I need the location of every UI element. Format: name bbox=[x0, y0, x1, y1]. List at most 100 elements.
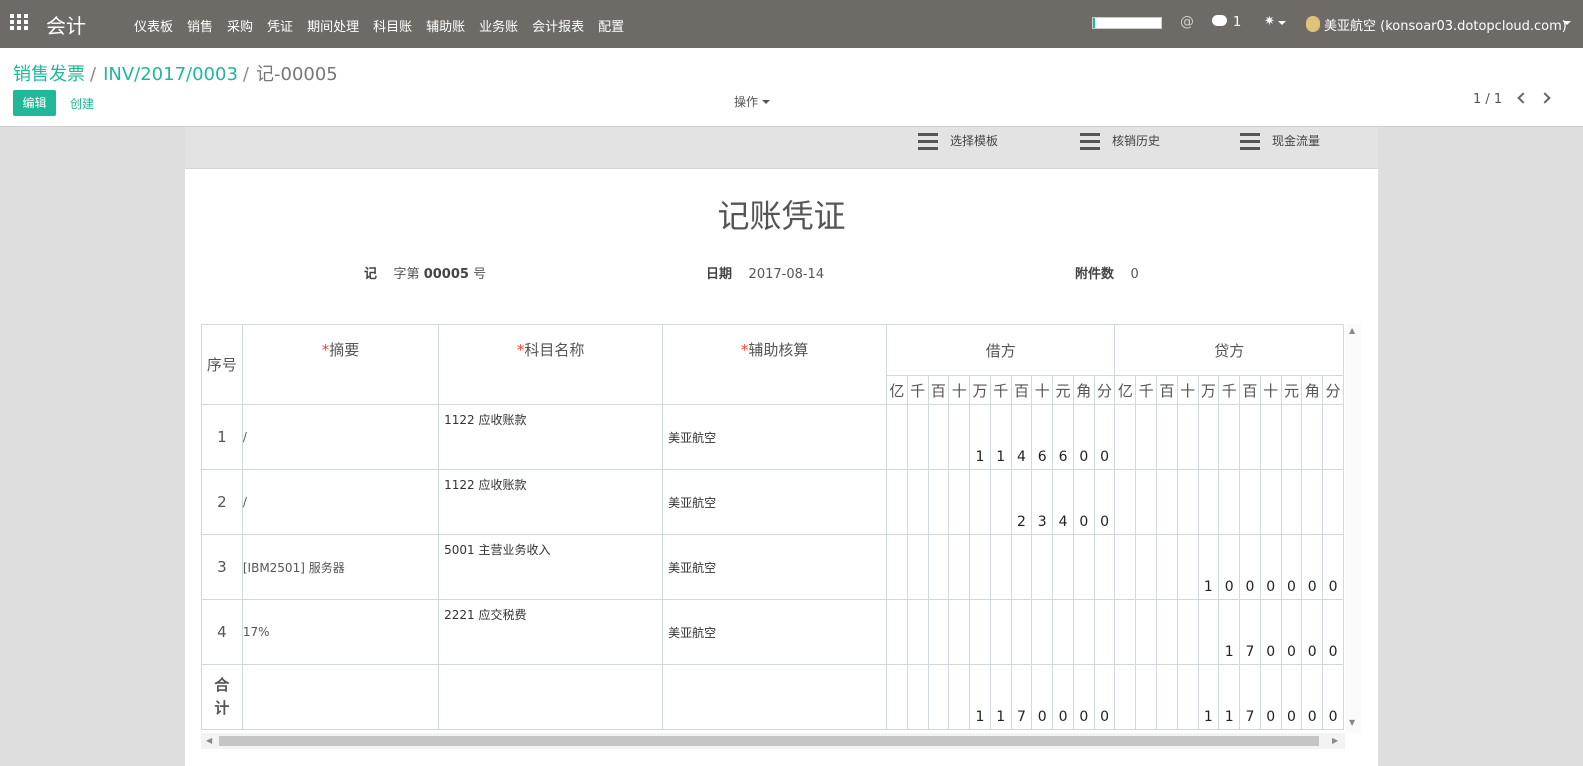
row-summary[interactable]: / bbox=[241, 469, 440, 535]
credit-digit-cell[interactable]: 0 bbox=[1301, 664, 1324, 730]
debit-digit-cell[interactable] bbox=[886, 534, 908, 600]
scroll-down-icon[interactable]: ▼ bbox=[1349, 718, 1355, 727]
debit-digit-cell[interactable]: 0 bbox=[1052, 664, 1074, 730]
attach-count[interactable]: 0 bbox=[1131, 267, 1139, 282]
debit-digit-cell[interactable]: 0 bbox=[1093, 469, 1116, 535]
credit-digit-cell[interactable] bbox=[1114, 599, 1137, 665]
credit-digit-cell[interactable] bbox=[1135, 599, 1157, 665]
menu-purchase[interactable]: 采购 bbox=[227, 16, 253, 35]
credit-digit-cell[interactable] bbox=[1239, 404, 1261, 470]
debit-digit-cell[interactable] bbox=[1093, 534, 1116, 600]
credit-digit-cell[interactable] bbox=[1155, 404, 1178, 470]
debit-digit-cell[interactable] bbox=[989, 469, 1012, 535]
credit-digit-cell[interactable] bbox=[1114, 404, 1137, 470]
row-summary[interactable]: / bbox=[241, 404, 440, 470]
row-account[interactable]: 5001 主营业务收入 bbox=[438, 534, 664, 600]
debit-digit-cell[interactable] bbox=[1072, 599, 1095, 665]
row-aux[interactable]: 美亚航空 bbox=[662, 599, 888, 665]
credit-digit-cell[interactable]: 0 bbox=[1322, 534, 1344, 600]
debit-digit-cell[interactable]: 7 bbox=[1010, 664, 1033, 730]
debit-digit-cell[interactable] bbox=[989, 599, 1012, 665]
apps-grid-icon[interactable] bbox=[10, 14, 30, 32]
cash-flow-button[interactable]: 现金流量 bbox=[1240, 132, 1320, 151]
credit-digit-cell[interactable] bbox=[1197, 469, 1220, 535]
debit-digit-cell[interactable] bbox=[948, 404, 971, 470]
credit-digit-cell[interactable] bbox=[1301, 404, 1324, 470]
date-value[interactable]: 2017-08-14 bbox=[749, 267, 825, 282]
credit-digit-cell[interactable]: 7 bbox=[1239, 664, 1261, 730]
credit-digit-cell[interactable] bbox=[1155, 664, 1178, 730]
debit-digit-cell[interactable] bbox=[948, 599, 971, 665]
credit-digit-cell[interactable]: 0 bbox=[1259, 599, 1282, 665]
table-row[interactable]: 2/1122 应收账款 美亚航空 2 3 4 0 0 bbox=[201, 469, 1344, 535]
menu-reports[interactable]: 会计报表 bbox=[532, 16, 584, 35]
debit-digit-cell[interactable] bbox=[906, 404, 929, 470]
scroll-left-icon[interactable]: ◀ bbox=[206, 736, 212, 745]
debit-digit-cell[interactable] bbox=[927, 469, 950, 535]
debit-digit-cell[interactable] bbox=[1010, 534, 1033, 600]
pager-prev-icon[interactable] bbox=[1517, 92, 1529, 104]
debit-digit-cell[interactable] bbox=[906, 469, 929, 535]
mention-icon[interactable]: @ bbox=[1180, 14, 1194, 30]
create-button[interactable]: 创建 bbox=[70, 95, 94, 112]
credit-digit-cell[interactable] bbox=[1218, 469, 1241, 535]
debit-digit-cell[interactable] bbox=[927, 534, 950, 600]
debit-digit-cell[interactable]: 1 bbox=[989, 664, 1012, 730]
credit-digit-cell[interactable] bbox=[1135, 469, 1157, 535]
breadcrumb-invoice[interactable]: INV/2017/0003 bbox=[103, 64, 238, 85]
menu-voucher[interactable]: 凭证 bbox=[267, 16, 293, 35]
debit-digit-cell[interactable] bbox=[906, 664, 929, 730]
credit-digit-cell[interactable] bbox=[1176, 599, 1199, 665]
debit-digit-cell[interactable]: 3 bbox=[1031, 469, 1054, 535]
debit-digit-cell[interactable] bbox=[927, 599, 950, 665]
debit-digit-cell[interactable]: 0 bbox=[1031, 664, 1054, 730]
user-caret-icon[interactable] bbox=[1563, 21, 1571, 29]
table-row[interactable]: 1/1122 应收账款 美亚航空 1 1 4 6 6 0 0 bbox=[201, 404, 1344, 470]
credit-digit-cell[interactable] bbox=[1155, 599, 1178, 665]
credit-digit-cell[interactable] bbox=[1259, 404, 1282, 470]
debit-digit-cell[interactable] bbox=[886, 404, 908, 470]
debit-digit-cell[interactable] bbox=[969, 599, 991, 665]
credit-digit-cell[interactable]: 0 bbox=[1239, 534, 1261, 600]
credit-digit-cell[interactable] bbox=[1197, 404, 1220, 470]
debit-digit-cell[interactable] bbox=[948, 664, 971, 730]
menu-period[interactable]: 期间处理 bbox=[307, 16, 359, 35]
credit-digit-cell[interactable] bbox=[1322, 404, 1344, 470]
debit-digit-cell[interactable] bbox=[948, 469, 971, 535]
debit-digit-cell[interactable] bbox=[927, 404, 950, 470]
credit-digit-cell[interactable] bbox=[1176, 664, 1199, 730]
debit-digit-cell[interactable]: 1 bbox=[969, 664, 991, 730]
row-aux[interactable]: 美亚航空 bbox=[662, 404, 888, 470]
credit-digit-cell[interactable] bbox=[1176, 404, 1199, 470]
credit-digit-cell[interactable]: 0 bbox=[1280, 599, 1303, 665]
credit-digit-cell[interactable]: 7 bbox=[1239, 599, 1261, 665]
menu-sales[interactable]: 销售 bbox=[187, 16, 213, 35]
debit-digit-cell[interactable] bbox=[969, 534, 991, 600]
horizontal-scrollbar[interactable]: ◀ ▶ bbox=[201, 733, 1345, 749]
row-summary[interactable]: 17% bbox=[241, 599, 440, 665]
select-template-button[interactable]: 选择模板 bbox=[918, 132, 998, 151]
row-account[interactable]: 1122 应收账款 bbox=[438, 469, 664, 535]
credit-digit-cell[interactable] bbox=[1135, 404, 1157, 470]
debit-digit-cell[interactable] bbox=[1052, 599, 1074, 665]
credit-digit-cell[interactable] bbox=[1218, 404, 1241, 470]
debit-digit-cell[interactable] bbox=[989, 534, 1012, 600]
credit-digit-cell[interactable] bbox=[1135, 664, 1157, 730]
credit-digit-cell[interactable]: 0 bbox=[1280, 664, 1303, 730]
credit-digit-cell[interactable]: 0 bbox=[1280, 534, 1303, 600]
debit-digit-cell[interactable]: 0 bbox=[1093, 664, 1116, 730]
chat-icon[interactable] bbox=[1212, 15, 1227, 26]
debug-caret-icon[interactable] bbox=[1278, 21, 1286, 29]
debit-digit-cell[interactable] bbox=[1031, 599, 1054, 665]
breadcrumb-sales-invoice[interactable]: 销售发票 bbox=[13, 64, 85, 85]
row-summary[interactable]: [IBM2501] 服务器 bbox=[241, 534, 440, 600]
credit-digit-cell[interactable]: 1 bbox=[1197, 664, 1220, 730]
debit-digit-cell[interactable] bbox=[1010, 599, 1033, 665]
debit-digit-cell[interactable] bbox=[906, 534, 929, 600]
debug-icon[interactable]: ✷ bbox=[1264, 14, 1275, 29]
debit-digit-cell[interactable]: 4 bbox=[1010, 404, 1033, 470]
actions-dropdown[interactable]: 操作 bbox=[734, 93, 771, 110]
menu-dashboard[interactable]: 仪表板 bbox=[134, 16, 173, 35]
user-avatar[interactable] bbox=[1306, 16, 1320, 32]
credit-digit-cell[interactable]: 1 bbox=[1197, 534, 1220, 600]
